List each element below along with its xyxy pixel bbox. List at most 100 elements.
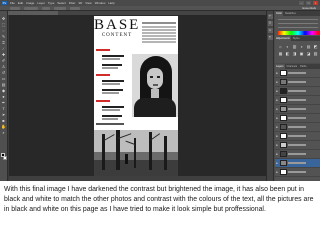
- path-select-icon[interactable]: ➤: [1, 112, 7, 117]
- gradient-icon[interactable]: ▤: [1, 82, 7, 87]
- move-icon[interactable]: ✥: [1, 16, 7, 21]
- layer-row[interactable]: ●: [275, 132, 320, 141]
- option-control[interactable]: [24, 6, 38, 10]
- adjustment-icon[interactable]: ◪: [306, 51, 311, 56]
- visibility-eye-icon[interactable]: ●: [276, 170, 279, 174]
- foreground-color-swatch[interactable]: [1, 153, 5, 157]
- blur-icon[interactable]: ◆: [1, 88, 7, 93]
- type-icon[interactable]: T: [1, 106, 7, 111]
- lasso-icon[interactable]: ◌: [1, 28, 7, 33]
- history-icon[interactable]: ↶: [267, 14, 273, 19]
- maximize-button[interactable]: □: [306, 1, 311, 5]
- tagline-line: [142, 32, 176, 34]
- layer-row[interactable]: ●: [275, 123, 320, 132]
- eraser-icon[interactable]: ▭: [1, 76, 7, 81]
- option-control[interactable]: [54, 6, 66, 10]
- layer-row[interactable]: ●: [275, 105, 320, 114]
- visibility-eye-icon[interactable]: ●: [276, 161, 279, 165]
- crop-icon[interactable]: ⌗: [1, 40, 7, 45]
- properties-icon[interactable]: ☰: [267, 21, 273, 26]
- adjustment-icon[interactable]: ◑: [299, 44, 304, 49]
- layer-row[interactable]: ●: [275, 159, 320, 168]
- layer-row[interactable]: ●: [275, 150, 320, 159]
- adjustment-icon[interactable]: ☼: [278, 44, 283, 49]
- green-slider[interactable]: [278, 23, 318, 24]
- visibility-eye-icon[interactable]: ●: [276, 98, 279, 102]
- blue-slider[interactable]: [278, 27, 318, 28]
- stamp-icon[interactable]: ♙: [1, 64, 7, 69]
- contents-item-title: [102, 80, 124, 82]
- adjustment-icon[interactable]: ◨: [292, 51, 297, 56]
- layer-name: [288, 117, 306, 119]
- visibility-eye-icon[interactable]: ●: [276, 116, 279, 120]
- adjustment-icon[interactable]: ◐: [285, 44, 290, 49]
- adjustment-icon[interactable]: ◩: [313, 44, 318, 49]
- adjustment-icon[interactable]: ▥: [292, 44, 297, 49]
- visibility-eye-icon[interactable]: ●: [276, 80, 279, 84]
- adjustment-icon[interactable]: ◧: [285, 51, 290, 56]
- contents-item-title: [102, 64, 122, 66]
- tagline-line: [142, 41, 176, 43]
- healing-icon[interactable]: ✚: [1, 52, 7, 57]
- document-page[interactable]: BASE CONTENT: [94, 16, 178, 176]
- shape-icon[interactable]: ■: [1, 118, 7, 123]
- visibility-eye-icon[interactable]: ●: [276, 143, 279, 147]
- layer-row[interactable]: ●: [275, 168, 320, 177]
- hand-icon[interactable]: ✋: [1, 124, 7, 129]
- tagline-line: [142, 35, 176, 37]
- layer-thumbnail: [280, 160, 287, 166]
- layer-row[interactable]: ●: [275, 141, 320, 150]
- layer-row[interactable]: ●: [275, 87, 320, 96]
- contents-item-title: [102, 115, 122, 117]
- layer-name: [288, 99, 306, 101]
- section-heading: [96, 100, 110, 102]
- layer-thumbnail: [280, 70, 287, 76]
- layer-name: [288, 135, 306, 137]
- dodge-icon[interactable]: ●: [1, 94, 7, 99]
- visibility-eye-icon[interactable]: ●: [276, 107, 279, 111]
- layer-row[interactable]: ●: [275, 78, 320, 87]
- eyedropper-icon[interactable]: ⁄: [1, 46, 7, 51]
- contents-number: [96, 105, 101, 109]
- tagline-line: [142, 22, 176, 24]
- visibility-eye-icon[interactable]: ●: [276, 71, 279, 75]
- red-slider[interactable]: [278, 19, 318, 20]
- layers-panel: ● ● ● ● ● ● ● ● ● ● ● ●: [275, 69, 320, 181]
- marquee-icon[interactable]: ⬚: [1, 22, 7, 27]
- history-brush-icon[interactable]: ↺: [1, 70, 7, 75]
- zoom-icon[interactable]: ⌕: [1, 130, 7, 135]
- section-heading: [96, 74, 110, 76]
- contents-item-title: [102, 55, 124, 57]
- layer-row[interactable]: ●: [275, 96, 320, 105]
- photoshop-window: Ps File Edit Image Layer Type Select Fil…: [0, 0, 320, 181]
- visibility-eye-icon[interactable]: ●: [276, 89, 279, 93]
- contents-number: [96, 63, 101, 67]
- visibility-eye-icon[interactable]: ●: [276, 152, 279, 156]
- pen-icon[interactable]: ✒: [1, 100, 7, 105]
- adjustment-icon[interactable]: ▧: [313, 51, 318, 56]
- layer-row[interactable]: ●: [275, 114, 320, 123]
- option-control[interactable]: [42, 6, 50, 10]
- brush-icon[interactable]: ✐: [1, 58, 7, 63]
- visibility-eye-icon[interactable]: ●: [276, 134, 279, 138]
- paragraph-icon[interactable]: ¶: [267, 35, 273, 40]
- contents-item-subtitle: [102, 83, 120, 85]
- option-control[interactable]: [70, 6, 80, 10]
- adjustment-icon[interactable]: ▦: [278, 51, 283, 56]
- section-heading: [96, 49, 110, 51]
- visibility-eye-icon[interactable]: ●: [276, 125, 279, 129]
- contents-item-title: [102, 89, 123, 91]
- tagline-line: [142, 38, 176, 40]
- minimize-button[interactable]: –: [299, 1, 304, 5]
- person-figure: [125, 154, 128, 164]
- option-control[interactable]: [10, 6, 20, 10]
- adjustment-icon[interactable]: ▤: [306, 44, 311, 49]
- close-button[interactable]: ×: [313, 1, 318, 5]
- color-swatches[interactable]: [1, 153, 7, 160]
- layer-row[interactable]: ●: [275, 69, 320, 78]
- quick-select-icon[interactable]: ✎: [1, 34, 7, 39]
- character-icon[interactable]: A: [267, 28, 273, 33]
- layer-thumbnail: [280, 97, 287, 103]
- color-spectrum[interactable]: [277, 31, 319, 35]
- adjustment-icon[interactable]: ▣: [299, 51, 304, 56]
